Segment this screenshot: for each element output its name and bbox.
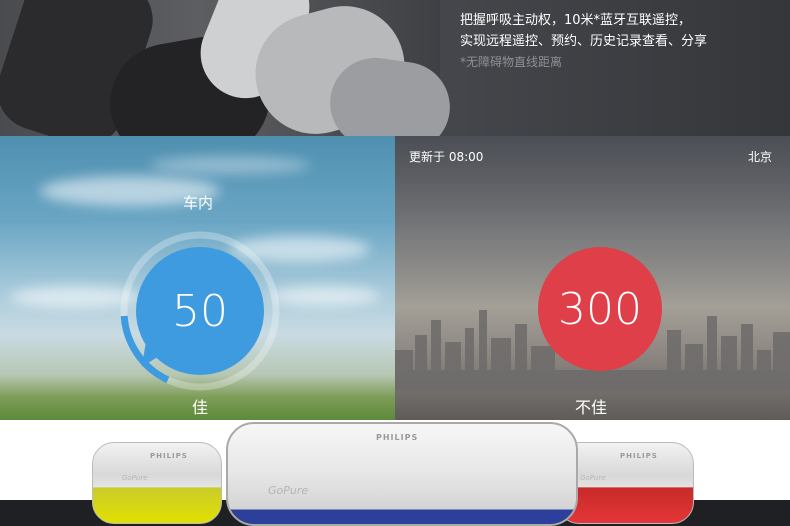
model-logo: GoPure — [580, 474, 606, 482]
cloud — [270, 286, 380, 306]
city-name: 北京 — [747, 150, 772, 164]
brand-logo: PHILIPS — [620, 452, 658, 460]
feature-banner: 把握呼吸主动权，10米*蓝牙互联遥控， 实现远程遥控、预约、历史记录查看、分享 … — [0, 0, 790, 136]
outdoor-aqi-value: 300 — [538, 247, 662, 371]
banner-footnote: *无障碍物直线距离 — [460, 55, 563, 69]
banner-line-1: 把握呼吸主动权，10米*蓝牙互联遥控， — [460, 13, 692, 28]
outdoor-air-panel: 更新于 08:00 北京 300 不佳 — [395, 136, 790, 420]
lifestyle-photo — [0, 0, 456, 136]
indoor-label: 车内 — [182, 194, 213, 212]
outdoor-status: 不佳 — [574, 398, 607, 417]
indoor-aqi-value: 50 — [136, 247, 264, 375]
indoor-air-panel: 车内 50 佳 — [0, 136, 395, 420]
cloud — [150, 156, 310, 174]
model-logo: GoPure — [122, 474, 148, 482]
banner-line-2: 实现远程遥控、预约、历史记录查看、分享 — [460, 34, 708, 49]
brand-logo: PHILIPS — [376, 433, 419, 442]
brand-logo: PHILIPS — [150, 452, 188, 460]
banner-text: 把握呼吸主动权，10米*蓝牙互联遥控， 实现远程遥控、预约、历史记录查看、分享 … — [460, 10, 780, 72]
update-time: 更新于 08:00 — [409, 150, 484, 164]
model-logo: GoPure — [268, 484, 309, 497]
indoor-status: 佳 — [191, 398, 208, 417]
